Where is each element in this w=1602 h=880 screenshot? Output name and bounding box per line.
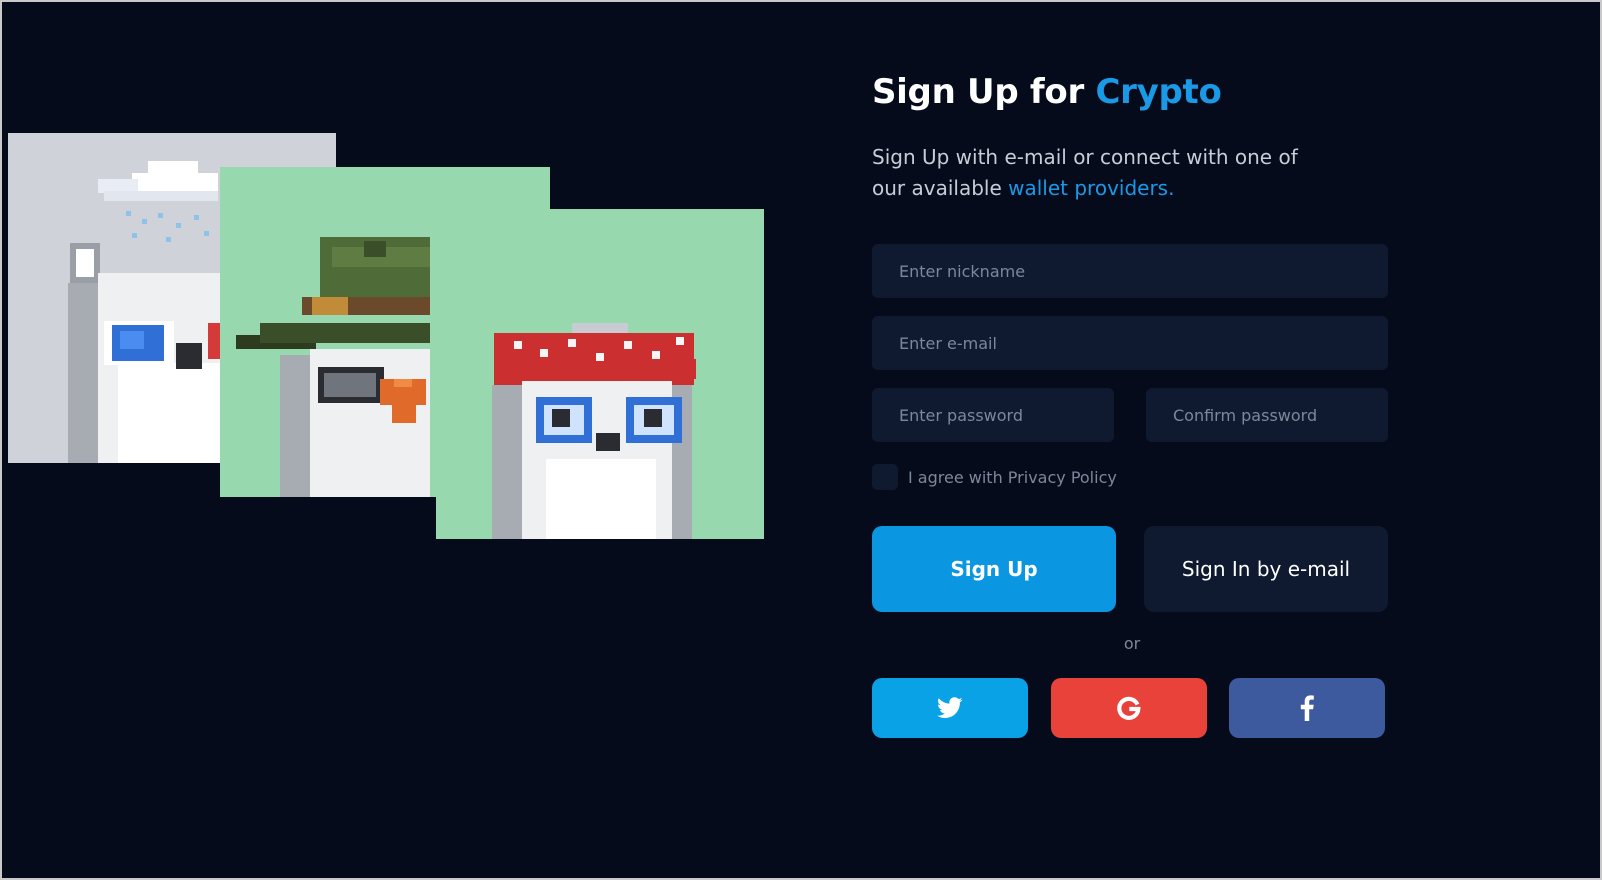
subtitle: Sign Up with e-mail or connect with one …: [872, 142, 1332, 204]
title-prefix: Sign Up for: [872, 72, 1084, 112]
password-field[interactable]: [872, 388, 1114, 442]
signup-page: Sign Up for Crypto Sign Up with e-mail o…: [0, 0, 1602, 880]
signup-button[interactable]: Sign Up: [872, 526, 1116, 612]
signup-panel: Sign Up for Crypto Sign Up with e-mail o…: [872, 72, 1392, 204]
privacy-checkbox[interactable]: [872, 464, 898, 490]
privacy-label: I agree with Privacy Policy: [908, 467, 1117, 487]
bandana-bird-illustration: [492, 323, 696, 539]
twitter-login-button[interactable]: [872, 678, 1028, 738]
privacy-agreement: I agree with Privacy Policy: [872, 464, 1117, 490]
google-icon: [1117, 696, 1141, 720]
page-title: Sign Up for Crypto: [872, 72, 1392, 112]
confirm-password-field[interactable]: [1146, 388, 1388, 442]
facebook-login-button[interactable]: [1229, 678, 1385, 738]
signin-email-button[interactable]: Sign In by e-mail: [1144, 526, 1388, 612]
google-login-button[interactable]: [1051, 678, 1207, 738]
wallet-providers-link[interactable]: wallet providers.: [1008, 176, 1174, 200]
artwork-card-bandana-bird: [436, 209, 764, 539]
twitter-icon: [937, 697, 963, 718]
email-field[interactable]: [872, 316, 1388, 370]
or-separator: or: [1123, 634, 1141, 653]
facebook-icon: [1300, 695, 1314, 721]
title-accent: Crypto: [1095, 72, 1222, 112]
nickname-field[interactable]: [872, 244, 1388, 298]
